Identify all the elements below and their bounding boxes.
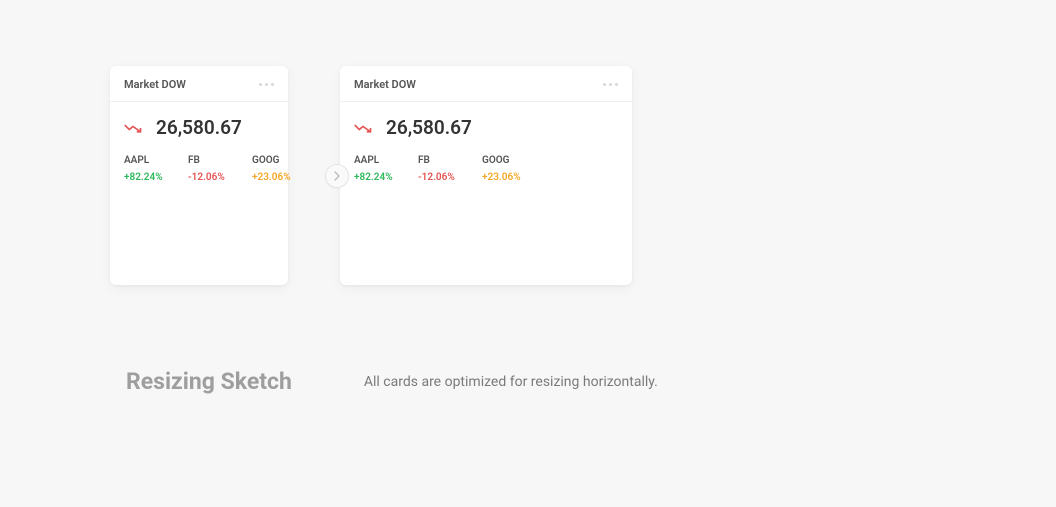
card-body: 26,580.67 AAPL +82.24% FB -12.06% GOOG +… [340, 102, 632, 285]
ticker-symbol: AAPL [354, 155, 394, 166]
card-stage: Market DOW 26,580.67 AAPL +82.24% FB -12… [110, 66, 632, 285]
more-icon[interactable] [603, 83, 618, 86]
ticker: FB -12.06% [188, 155, 228, 183]
ticker-symbol: AAPL [124, 155, 164, 166]
headline-value: 26,580.67 [386, 116, 472, 139]
arrow-right-icon [332, 171, 342, 181]
market-card-large: Market DOW 26,580.67 AAPL +82.24% FB -12… [340, 66, 632, 285]
resize-arrow-button[interactable] [325, 164, 349, 188]
ticker-pct: -12.06% [188, 172, 228, 183]
ticker: AAPL +82.24% [124, 155, 164, 183]
ticker-pct: +23.06% [482, 172, 522, 183]
ticker-pct: -12.06% [418, 172, 458, 183]
ticker: AAPL +82.24% [354, 155, 394, 183]
card-header: Market DOW [110, 66, 288, 102]
tickers-row: AAPL +82.24% FB -12.06% GOOG +23.06% [354, 155, 618, 183]
section-description: All cards are optimized for resizing hor… [364, 374, 658, 390]
ticker: FB -12.06% [418, 155, 458, 183]
ticker-symbol: FB [188, 155, 228, 166]
ticker-pct: +82.24% [124, 172, 164, 183]
headline-row: 26,580.67 [354, 116, 618, 139]
market-card-small: Market DOW 26,580.67 AAPL +82.24% FB -12… [110, 66, 288, 285]
card-title: Market DOW [354, 78, 416, 91]
more-icon[interactable] [259, 83, 274, 86]
card-body: 26,580.67 AAPL +82.24% FB -12.06% GOOG +… [110, 102, 288, 285]
ticker-symbol: GOOG [252, 155, 292, 166]
ticker-symbol: FB [418, 155, 458, 166]
ticker: GOOG +23.06% [252, 155, 292, 183]
ticker: GOOG +23.06% [482, 155, 522, 183]
trend-down-icon [354, 122, 372, 134]
ticker-symbol: GOOG [482, 155, 522, 166]
ticker-pct: +23.06% [252, 172, 292, 183]
card-title: Market DOW [124, 78, 186, 91]
caption-row: Resizing Sketch All cards are optimized … [126, 368, 658, 395]
tickers-row: AAPL +82.24% FB -12.06% GOOG +23.06% [124, 155, 274, 183]
trend-down-icon [124, 122, 142, 134]
bar-chart [354, 197, 618, 275]
headline-value: 26,580.67 [156, 116, 242, 139]
section-title: Resizing Sketch [126, 368, 292, 395]
ticker-pct: +82.24% [354, 172, 394, 183]
headline-row: 26,580.67 [124, 116, 274, 139]
bar-chart [124, 197, 274, 275]
card-header: Market DOW [340, 66, 632, 102]
